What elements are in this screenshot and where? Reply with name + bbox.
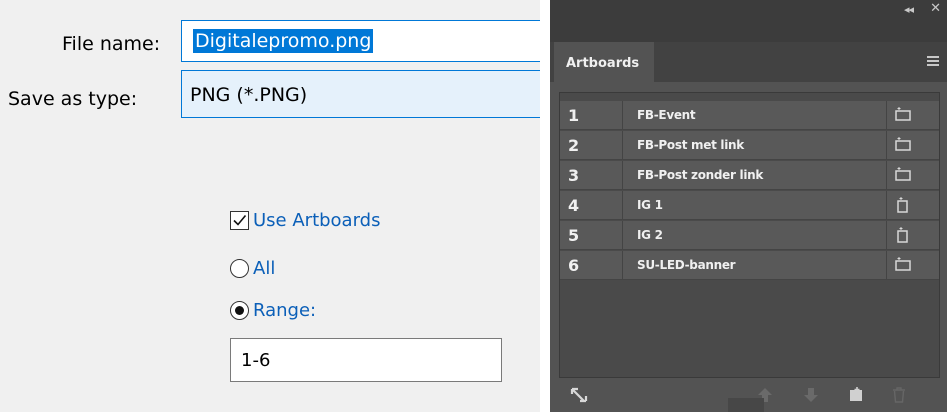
artboard-row[interactable]: 2 FB-Post met link xyxy=(560,131,939,160)
artboard-landscape-icon[interactable] xyxy=(886,251,939,279)
new-artboard-icon[interactable] xyxy=(847,386,865,408)
artboard-name[interactable]: FB-Post met link xyxy=(637,138,744,152)
artboard-portrait-icon[interactable] xyxy=(886,191,939,219)
panel-title-bar: ◂◂ ✕ xyxy=(550,0,947,42)
artboard-name[interactable]: FB-Event xyxy=(637,108,696,122)
artboard-number: 6 xyxy=(560,251,623,279)
link-icon[interactable] xyxy=(570,386,588,408)
file-name-input[interactable]: Digitalepromo.png xyxy=(181,20,540,62)
artboard-row[interactable]: 5 IG 2 xyxy=(560,221,939,250)
all-option[interactable]: All xyxy=(230,258,275,279)
artboard-list: 1 FB-Event 2 FB-Post met link 3 FB-Post … xyxy=(559,92,940,378)
collapse-icon[interactable]: ◂◂ xyxy=(904,3,914,16)
save-dialog: File name: Digitalepromo.png Save as typ… xyxy=(0,0,540,412)
range-radio[interactable] xyxy=(230,301,249,320)
artboard-portrait-icon[interactable] xyxy=(886,221,939,249)
artboard-landscape-icon[interactable] xyxy=(886,161,939,189)
range-value: 1-6 xyxy=(241,350,271,371)
close-icon[interactable]: ✕ xyxy=(930,1,941,16)
artboard-number: 1 xyxy=(560,101,623,129)
artboard-name[interactable]: IG 1 xyxy=(637,198,663,212)
artboard-number: 4 xyxy=(560,191,623,219)
artboard-landscape-icon[interactable] xyxy=(886,131,939,159)
save-as-type-value: PNG (*.PNG) xyxy=(190,84,308,106)
artboard-name[interactable]: FB-Post zonder link xyxy=(637,168,763,182)
panel-menu-icon[interactable] xyxy=(927,56,939,68)
artboard-row[interactable]: 4 IG 1 xyxy=(560,191,939,220)
range-input[interactable]: 1-6 xyxy=(230,338,502,382)
resize-grip[interactable] xyxy=(728,398,764,412)
artboard-name[interactable]: IG 2 xyxy=(637,228,663,242)
artboard-row[interactable]: 3 FB-Post zonder link xyxy=(560,161,939,190)
save-as-type-label: Save as type: xyxy=(8,88,138,110)
file-name-label: File name: xyxy=(62,33,161,55)
all-radio[interactable] xyxy=(230,259,249,278)
artboard-landscape-icon[interactable] xyxy=(886,101,939,129)
move-down-icon[interactable] xyxy=(802,386,820,408)
artboard-number: 2 xyxy=(560,131,623,159)
checkmark-icon xyxy=(233,214,247,226)
range-option[interactable]: Range: xyxy=(230,300,316,321)
artboard-row[interactable]: 6 SU-LED-banner xyxy=(560,251,939,280)
artboard-number: 5 xyxy=(560,221,623,249)
all-label[interactable]: All xyxy=(253,258,275,279)
save-as-type-select[interactable]: PNG (*.PNG) xyxy=(181,70,540,118)
artboard-row[interactable]: 1 FB-Event xyxy=(560,101,939,130)
artboards-panel: ◂◂ ✕ Artboards 1 FB-Event 2 FB-Post met … xyxy=(550,0,947,412)
tab-artboards[interactable]: Artboards xyxy=(554,42,654,82)
artboard-name[interactable]: SU-LED-banner xyxy=(637,258,736,272)
use-artboards-option[interactable]: Use Artboards xyxy=(230,210,380,231)
file-name-value[interactable]: Digitalepromo.png xyxy=(193,29,374,53)
use-artboards-label[interactable]: Use Artboards xyxy=(253,210,380,231)
artboard-number: 3 xyxy=(560,161,623,189)
delete-icon[interactable] xyxy=(890,386,908,408)
use-artboards-checkbox[interactable] xyxy=(230,211,249,230)
range-label[interactable]: Range: xyxy=(253,300,316,321)
